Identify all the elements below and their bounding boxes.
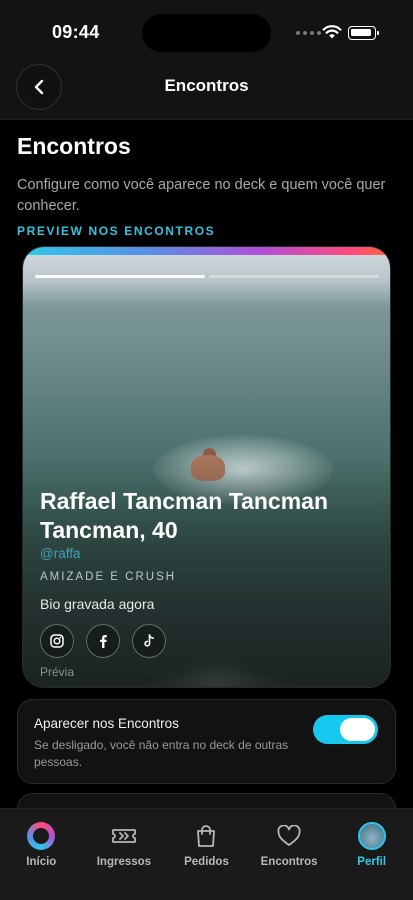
instagram-icon — [50, 634, 64, 648]
status-time: 09:44 — [52, 22, 100, 42]
profile-name: Raffael Tancman Tancman Tancman, 40 — [40, 488, 329, 543]
tab-perfil[interactable]: Perfil — [330, 809, 413, 900]
progress-segment — [209, 275, 379, 278]
avatar-icon — [357, 822, 386, 850]
tiktok-icon — [144, 634, 154, 647]
progress-segment — [35, 275, 205, 278]
tab-bar: Início Ingressos Pedidos Encontros Perfi… — [0, 808, 413, 900]
social-links — [40, 624, 166, 658]
instagram-button[interactable] — [40, 624, 74, 658]
facebook-icon — [100, 635, 107, 648]
section-label: PREVIEW NOS ENCONTROS — [17, 224, 216, 238]
app-logo-icon — [27, 822, 56, 850]
heart-icon — [277, 825, 301, 846]
tiktok-button[interactable] — [132, 624, 166, 658]
facebook-button[interactable] — [86, 624, 120, 658]
dynamic-island — [142, 14, 271, 52]
tab-label: Encontros — [260, 856, 318, 868]
signal-icon — [296, 31, 321, 35]
tab-pedidos[interactable]: Pedidos — [165, 809, 248, 900]
toggle-knob — [340, 718, 375, 741]
page-title: Encontros — [17, 133, 131, 159]
tab-inicio[interactable]: Início — [0, 809, 83, 900]
profile-preview-card[interactable]: Raffael Tancman Tancman Tancman, 40 @raf… — [22, 246, 391, 688]
tab-label: Início — [26, 856, 57, 868]
visibility-toggle[interactable] — [313, 715, 378, 744]
tab-label: Ingressos — [96, 856, 152, 868]
status-bar: 09:44 — [0, 0, 413, 64]
nav-header: Encontros — [0, 64, 413, 120]
photo-progress — [35, 275, 379, 278]
shopping-bag-icon — [197, 825, 216, 847]
profile-photo: Raffael Tancman Tancman Tancman, 40 @raf… — [23, 255, 390, 687]
preview-caption: Prévia — [40, 665, 75, 679]
tab-label: Pedidos — [184, 856, 229, 868]
tab-label: Perfil — [357, 856, 387, 868]
wifi-icon — [322, 25, 342, 39]
nav-title: Encontros — [164, 76, 249, 95]
profile-handle[interactable]: @raffa — [40, 546, 80, 561]
tab-ingressos[interactable]: Ingressos — [83, 809, 166, 900]
page-description: Configure como você aparece no deck e qu… — [17, 177, 386, 214]
visibility-setting-card: Aparecer nos Encontros Se desligado, voc… — [17, 699, 396, 784]
profile-tags: AMIZADE E CRUSH — [40, 571, 177, 583]
ticket-icon — [111, 829, 136, 843]
battery-icon — [348, 26, 379, 40]
setting-title: Aparecer nos Encontros — [34, 716, 179, 731]
profile-bio: Bio gravada agora — [40, 596, 155, 612]
tab-encontros[interactable]: Encontros — [248, 809, 331, 900]
setting-description: Se desligado, você não entra no deck de … — [34, 738, 289, 769]
